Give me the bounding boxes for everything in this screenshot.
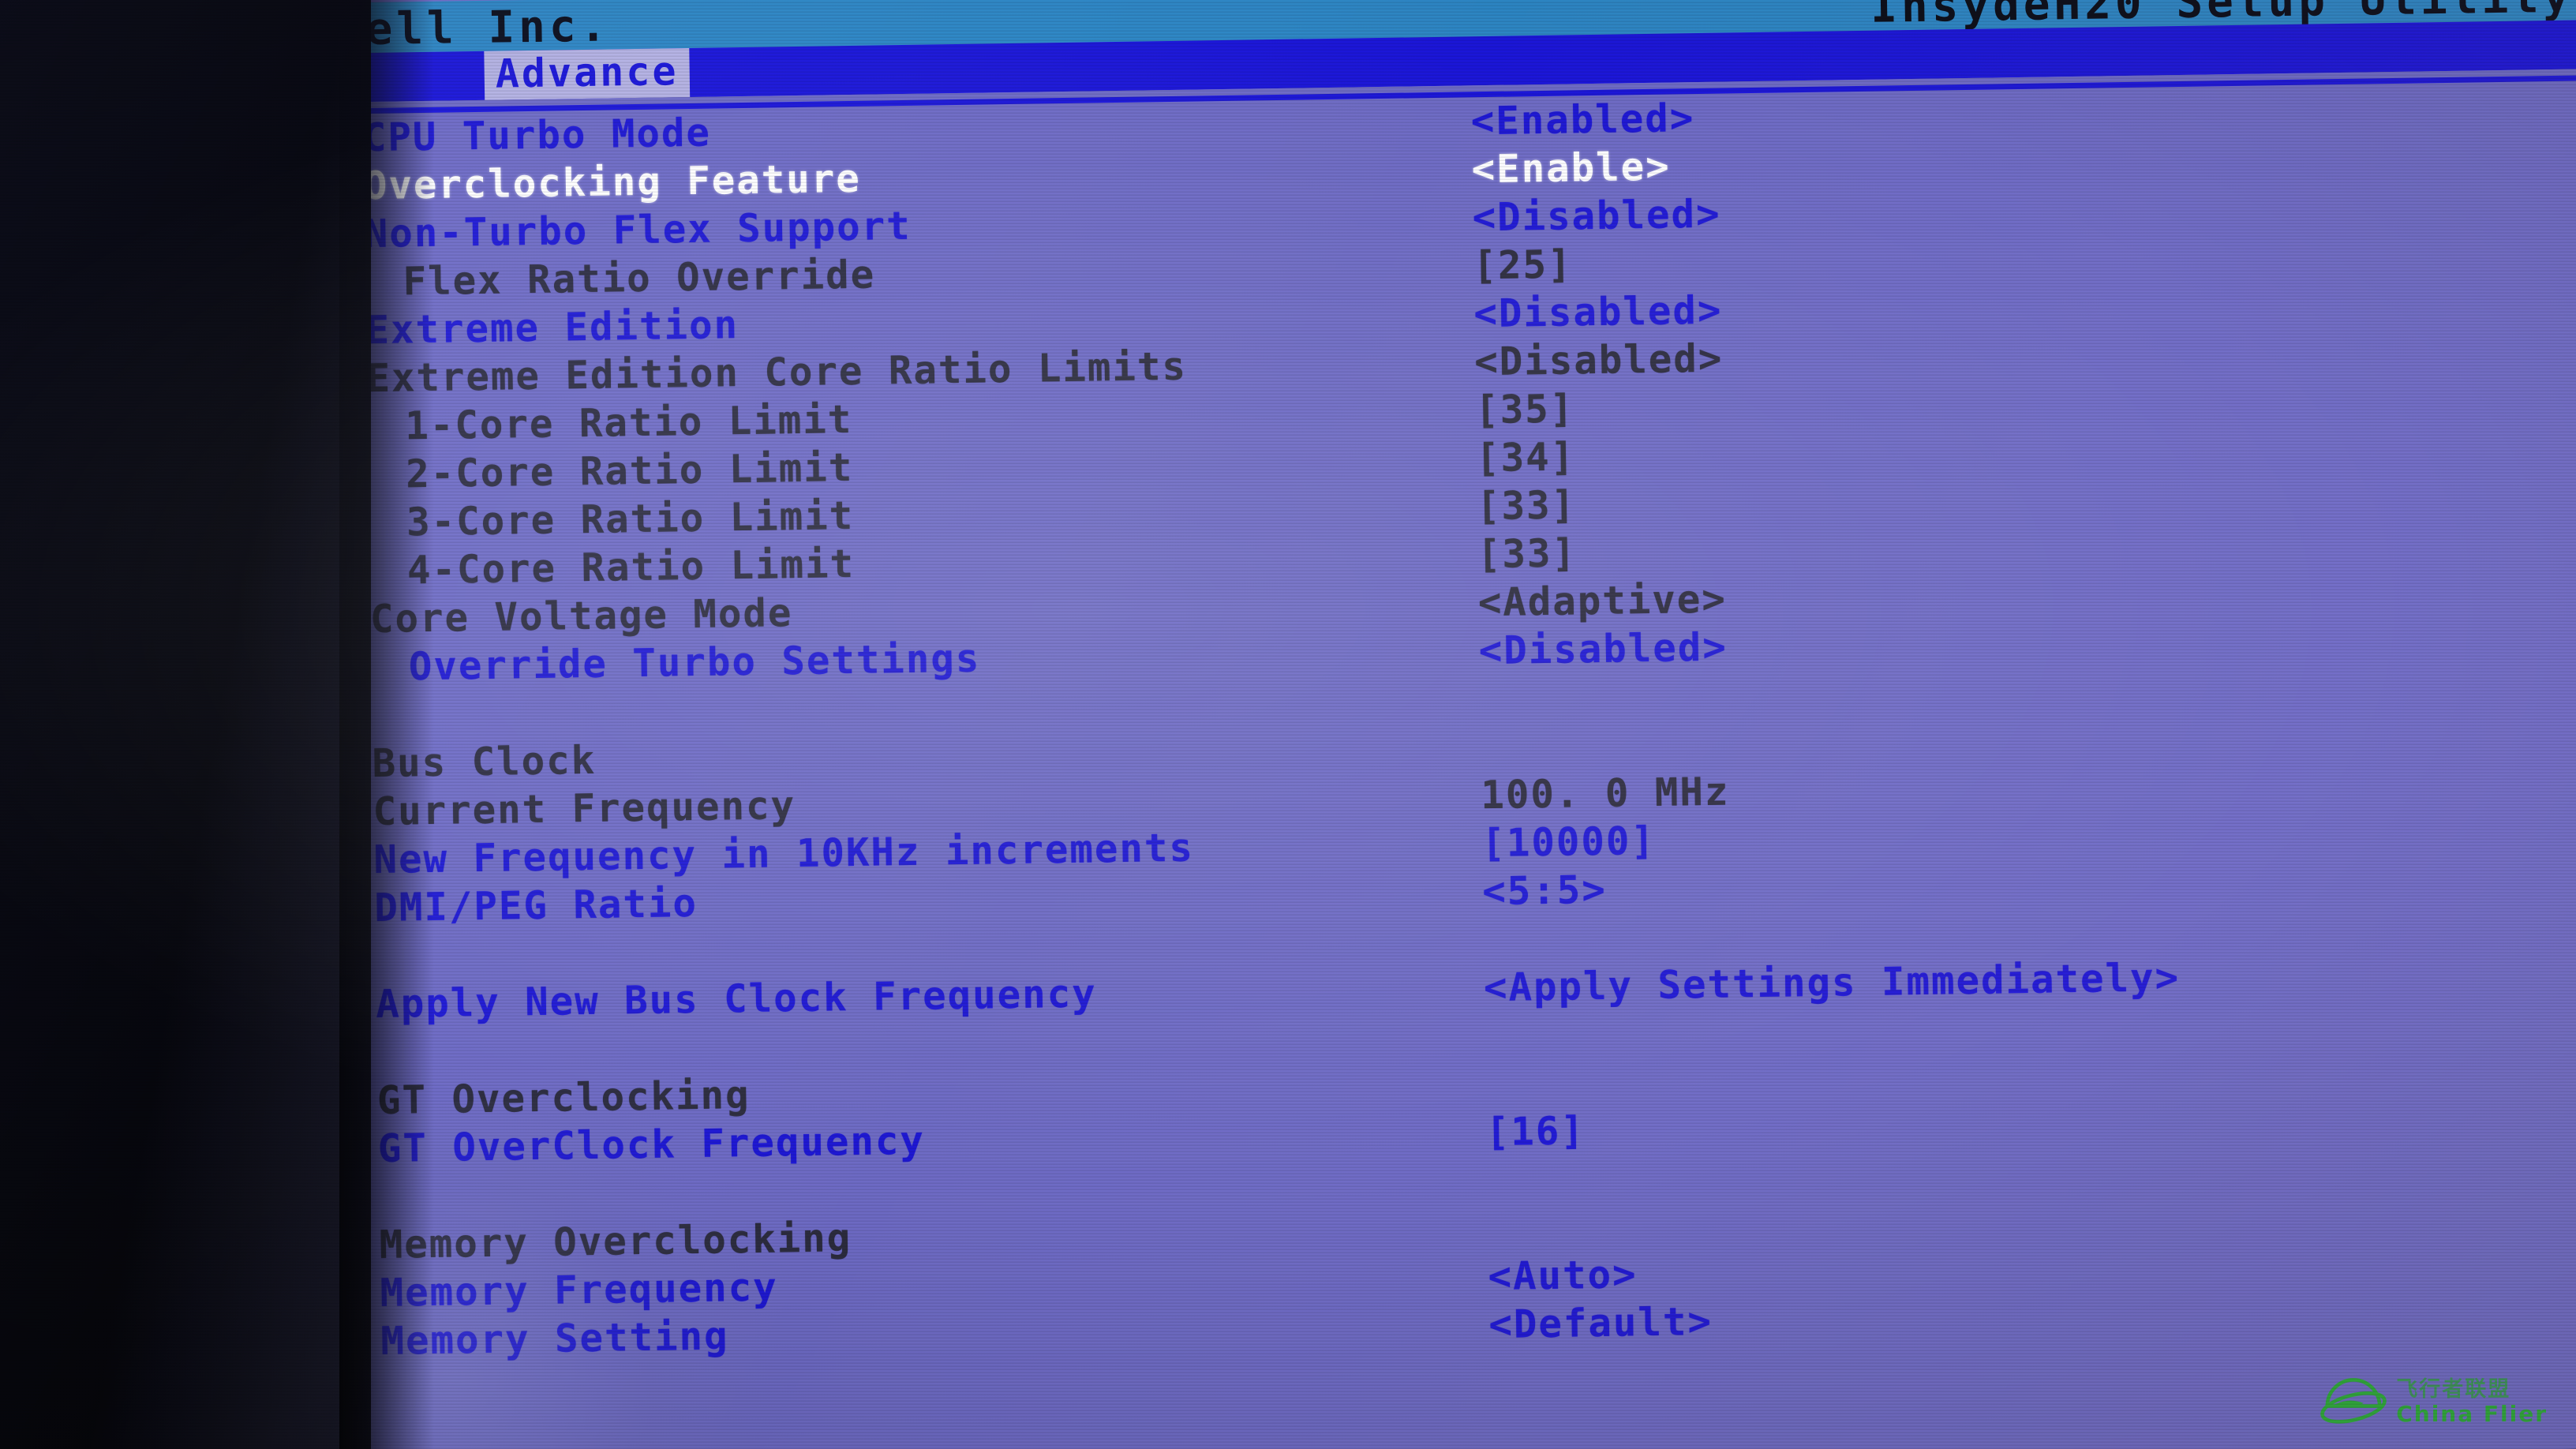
screen-bezel [0, 0, 371, 1449]
setting-value[interactable]: <Auto> [1488, 1250, 1638, 1301]
setting-label: Memory Frequency [380, 1264, 779, 1316]
watermark-text: 飞行者联盟 China Flier [2396, 1379, 2548, 1425]
watermark-cn: 飞行者联盟 [2396, 1376, 2511, 1402]
setting-value[interactable]: <5:5> [1482, 866, 1607, 915]
setting-label: Flex Ratio Override [402, 252, 876, 305]
setting-value[interactable]: <Default> [1488, 1297, 1713, 1349]
setting-label: GT Overclocking [376, 1072, 751, 1123]
setting-value[interactable]: [35] [1475, 384, 1575, 434]
setting-label: Overclocking Feature [363, 155, 862, 209]
watermark: 飞行者联盟 China Flier [2317, 1365, 2548, 1438]
setting-label: 1-Core Ratio Limit [404, 396, 853, 449]
setting-label: 4-Core Ratio Limit [406, 541, 856, 593]
setting-value[interactable]: 100. 0 MHz [1481, 768, 1730, 820]
setting-label: Current Frequency [373, 783, 796, 835]
setting-label: DMI/PEG Ratio [373, 880, 698, 931]
china-flier-logo-icon [2320, 1378, 2387, 1424]
setting-value[interactable]: <Disabled> [1478, 623, 1728, 676]
setting-label: Memory Overclocking [379, 1215, 852, 1267]
setting-value[interactable]: <Enabled> [1470, 94, 1694, 145]
setting-value[interactable]: [33] [1477, 481, 1577, 530]
setting-label: GT OverClock Frequency [377, 1118, 926, 1171]
setting-label: Bus Clock [372, 737, 597, 787]
setting-value[interactable]: <Adaptive> [1477, 575, 1727, 627]
setting-label: Override Turbo Settings [408, 635, 981, 690]
setting-value[interactable]: [10000] [1481, 817, 1656, 867]
setting-value[interactable]: [16] [1485, 1106, 1586, 1156]
vendor-label: Dell Inc. [335, 0, 611, 56]
tab-advance[interactable]: Advance [484, 47, 690, 100]
settings-body: CPU Turbo Mode <Enabled> Overclocking Feat… [317, 68, 2576, 1449]
bios-screen: Dell Inc. InsydeH20 Setup Utility Advanc… [316, 0, 2576, 1449]
setting-value[interactable]: [33] [1477, 529, 1577, 578]
settings-panel: CPU Turbo Mode <Enabled> Overclocking Feat… [336, 74, 2576, 1449]
setting-label: Memory Setting [380, 1313, 729, 1364]
setting-value[interactable]: <Disabled> [1473, 286, 1723, 339]
setting-value[interactable]: [25] [1473, 240, 1573, 290]
photographed-screen: Dell Inc. InsydeH20 Setup Utility Advanc… [0, 0, 2576, 1449]
settings-list: CPU Turbo Mode <Enabled> Overclocking Feat… [342, 80, 2576, 1366]
setting-value[interactable]: <Disabled> [1472, 190, 1721, 242]
setting-value[interactable]: [34] [1476, 432, 1576, 482]
setting-label: 2-Core Ratio Limit [405, 444, 854, 497]
setting-value[interactable]: <Disabled> [1474, 335, 1724, 387]
watermark-en: China Flier [2396, 1400, 2548, 1427]
setting-label: Non-Turbo Flex Support [364, 203, 912, 257]
setting-label: Core Voltage Mode [369, 590, 793, 642]
setting-label: 3-Core Ratio Limit [406, 492, 855, 545]
setting-label: CPU Turbo Mode [362, 110, 712, 161]
setting-value[interactable]: <Enable> [1471, 143, 1671, 194]
setting-label: Extreme Edition [365, 302, 739, 354]
